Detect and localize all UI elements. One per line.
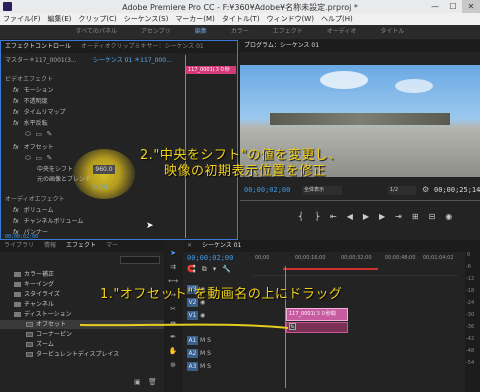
annotation-step1: 1."オフセット"を動画名の上にドラッグ bbox=[100, 287, 343, 302]
annotation-step2-line2: 映像の初期表示位置を修正 bbox=[164, 164, 327, 179]
drag-path-line bbox=[79, 323, 289, 329]
drag-arrow-overlay bbox=[79, 323, 289, 329]
